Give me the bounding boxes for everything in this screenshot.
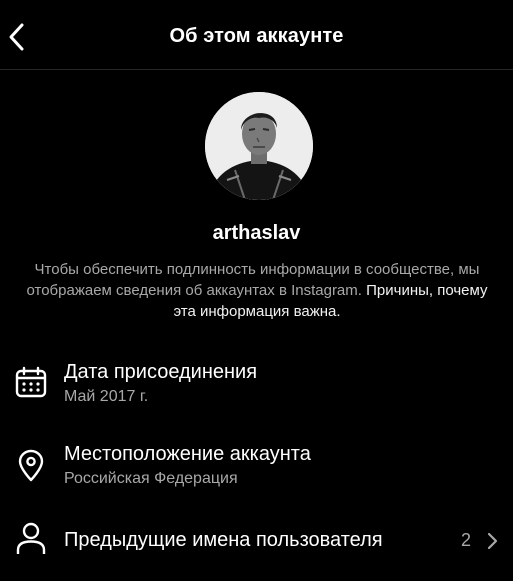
account-location-value: Российская Федерация xyxy=(64,470,238,487)
date-joined-label: Дата присоединения xyxy=(64,361,258,383)
date-joined-value: Май 2017 г. xyxy=(64,388,149,405)
location-pin-icon xyxy=(14,449,48,483)
calendar-icon xyxy=(14,366,48,400)
former-usernames-label: Предыдущие имена пользователя xyxy=(64,529,383,551)
username: arthaslav xyxy=(212,222,301,244)
account-location-row: Местоположение аккаунта Российская Федер… xyxy=(0,440,513,496)
top-bar: Об этом аккаунте xyxy=(0,0,513,70)
date-joined-row: Дата присоединения Май 2017 г. xyxy=(0,358,513,414)
chevron-right-icon xyxy=(485,531,499,551)
avatar xyxy=(205,92,313,200)
user-icon xyxy=(14,521,48,555)
account-location-label: Местоположение аккаунта xyxy=(64,443,311,465)
info-description: Чтобы обеспечить подлинность информации … xyxy=(22,259,492,322)
former-usernames-count: 2 xyxy=(460,530,471,550)
page-title: Об этом аккаунте xyxy=(169,25,344,47)
former-usernames-row[interactable]: Предыдущие имена пользователя 2 xyxy=(0,518,513,568)
